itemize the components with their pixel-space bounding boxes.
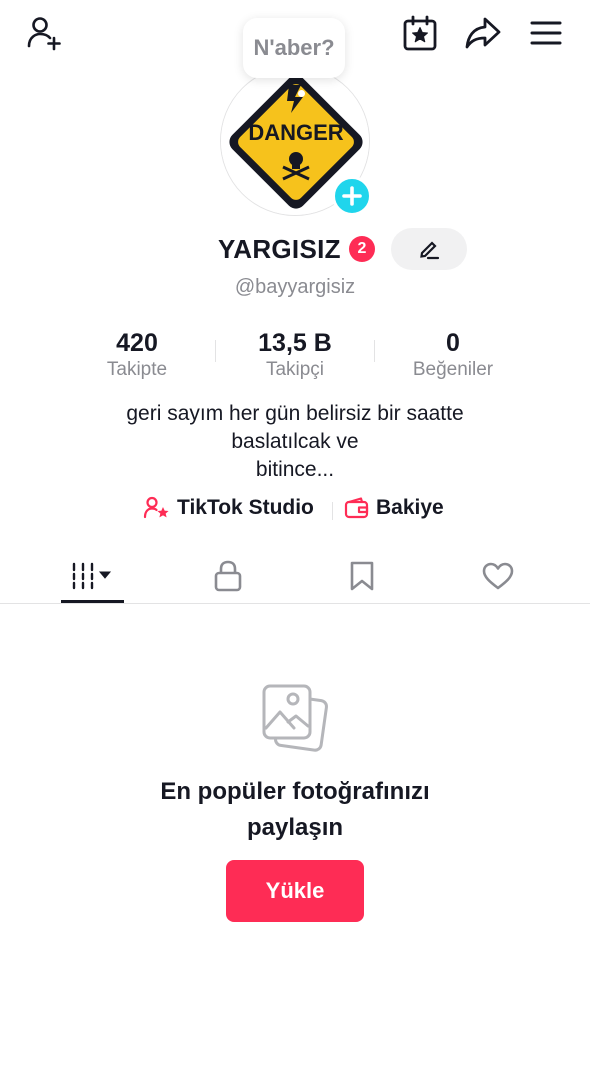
status-bubble-pointer	[298, 90, 305, 97]
name-row: YARGISIZ 2	[0, 228, 590, 272]
tab-videos[interactable]	[52, 548, 132, 604]
notification-badge[interactable]: 2	[349, 236, 375, 262]
calendar-star-icon[interactable]	[402, 14, 438, 52]
stat-divider	[215, 340, 216, 362]
stat-divider	[374, 340, 375, 362]
balance-label: Bakiye	[376, 496, 444, 519]
add-friend-icon[interactable]	[26, 16, 64, 52]
username: YARGISIZ	[218, 234, 341, 264]
stat-likes-label: Beğeniler	[412, 359, 494, 380]
stat-following-label: Takipte	[106, 359, 168, 380]
empty-state-title-line: En popüler fotoğrafınızı	[160, 778, 430, 805]
tab-saved[interactable]	[322, 548, 402, 604]
stat-following-value: 420	[116, 329, 158, 357]
bio-line: geri sayım her gün belirsiz bir saatte	[126, 402, 464, 425]
user-handle: @bayyargisiz	[234, 276, 356, 298]
bio[interactable]: geri sayım her gün belirsiz bir saatte b…	[80, 400, 510, 484]
status-bubble-text: N'aber?	[253, 35, 335, 60]
stat-likes[interactable]: 0 Beğeniler	[383, 328, 523, 382]
bio-line: bitince...	[255, 458, 335, 481]
bookmark-icon	[350, 561, 374, 591]
avatar-danger-text: DANGER	[248, 120, 343, 145]
share-arrow-icon[interactable]	[464, 16, 502, 50]
person-star-icon	[143, 496, 169, 519]
tiktok-studio-label: TikTok Studio	[177, 496, 314, 519]
photos-icon	[260, 682, 330, 759]
stats-row: 420 Takipte 13,5 B Takipçi 0 Beğeniler	[0, 328, 590, 384]
content-tabs	[0, 548, 590, 604]
tab-private[interactable]	[188, 548, 268, 604]
edit-profile-button[interactable]	[391, 228, 467, 270]
stat-following[interactable]: 420 Takipte	[67, 328, 207, 382]
tiktok-studio-link[interactable]: TikTok Studio	[143, 496, 314, 520]
tab-liked[interactable]	[458, 548, 538, 604]
stat-followers-label: Takipçi	[265, 359, 325, 380]
active-tab-indicator	[61, 600, 124, 603]
empty-state-title-line: paylaşın	[246, 814, 344, 841]
stat-likes-value: 0	[446, 329, 460, 357]
plus-icon	[342, 186, 362, 206]
profile-links: TikTok Studio Bakiye	[0, 496, 590, 526]
heart-icon	[482, 562, 514, 590]
wallet-icon	[344, 497, 369, 519]
add-avatar-button[interactable]	[332, 176, 372, 216]
upload-button[interactable]: Yükle	[226, 860, 364, 922]
status-bubble[interactable]: N'aber?	[243, 18, 345, 78]
balance-link[interactable]: Bakiye	[344, 496, 444, 520]
empty-state-title: En popüler fotoğrafınızı paylaşın	[95, 774, 495, 846]
link-divider	[332, 502, 333, 520]
lock-icon	[214, 560, 242, 592]
grid-lines-icon	[72, 562, 112, 590]
pencil-icon	[420, 241, 440, 260]
bio-line: baslatılcak ve	[231, 430, 359, 453]
hamburger-menu-icon[interactable]	[530, 20, 562, 46]
stat-followers[interactable]: 13,5 B Takipçi	[225, 328, 365, 382]
stat-followers-value: 13,5 B	[258, 329, 332, 357]
